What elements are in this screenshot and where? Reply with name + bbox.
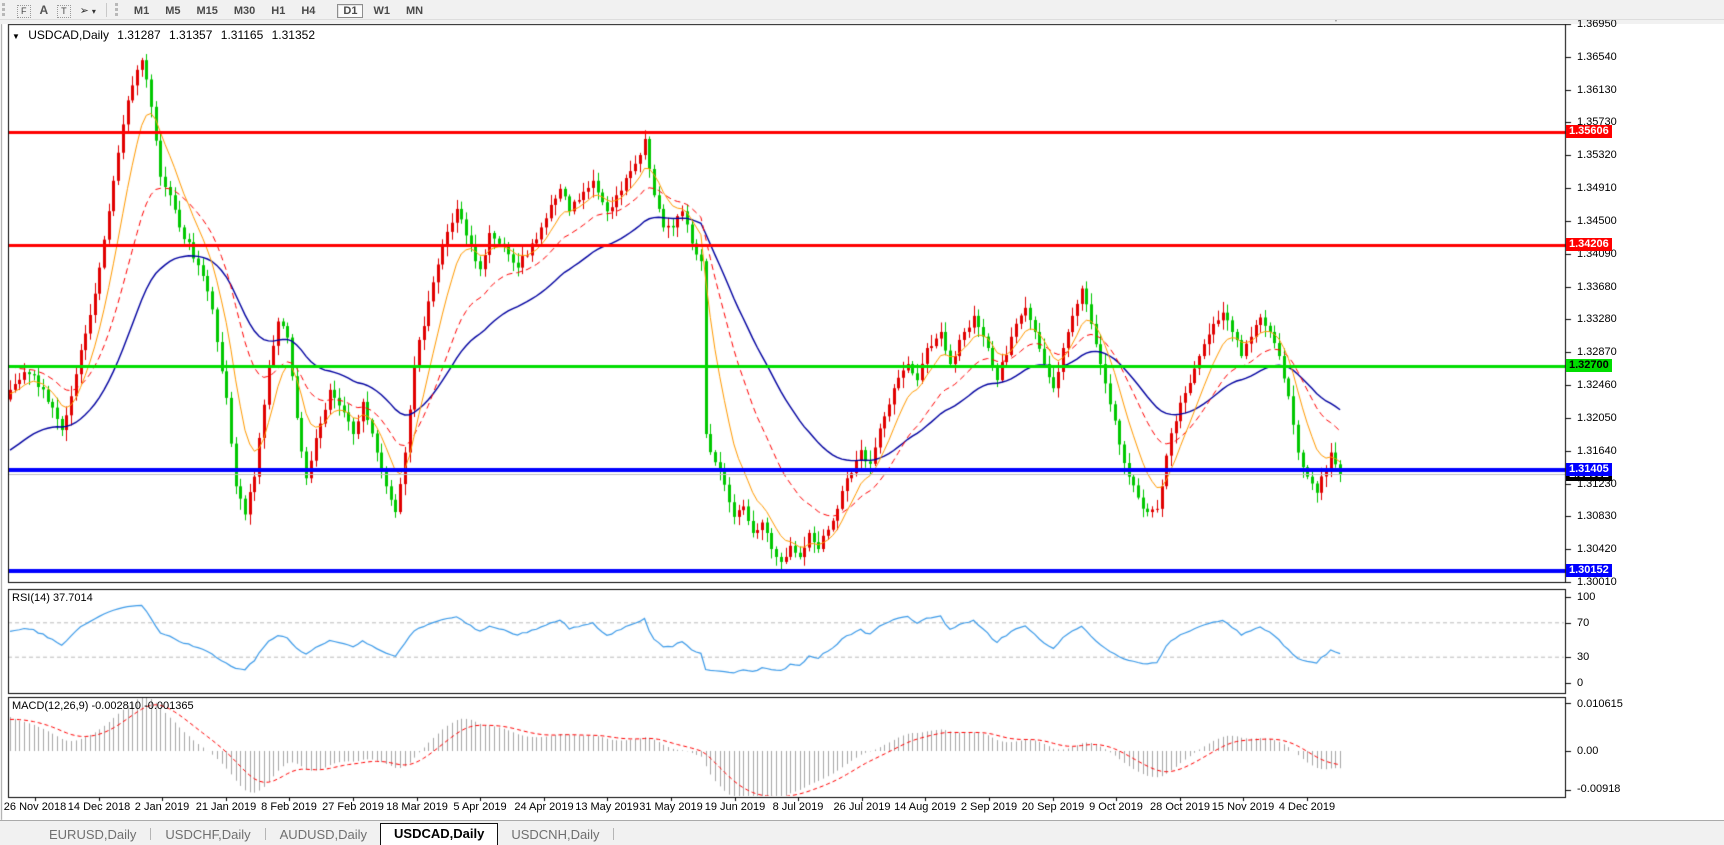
tab-usdchf-daily[interactable]: USDCHF,Daily — [152, 825, 263, 845]
mt4-terminal-window: FAT ➢▾ M1 M5 M15 M30 H1 H4 D1 W1 MN ▼ ▼ USDCAD,Da… — [0, 0, 1724, 845]
timeframe-button-m30[interactable]: M30 — [228, 4, 261, 18]
rsi-axis-tick: 0 — [1577, 677, 1583, 689]
text-tool-icon[interactable]: A — [40, 2, 49, 18]
tab-divider — [613, 828, 614, 840]
date-axis-label: 5 Apr 2019 — [453, 801, 506, 813]
macd-axis-tick: 0.010615 — [1577, 698, 1623, 710]
price-axis-tick: 1.32460 — [1577, 379, 1617, 391]
price-axis-tick: 1.32870 — [1577, 346, 1617, 358]
price-axis-tick: 1.30010 — [1577, 576, 1617, 588]
price-axis-tick: 1.30830 — [1577, 510, 1617, 522]
date-axis-label: 4 Dec 2019 — [1279, 801, 1335, 813]
chart-tab-bar: EURUSD,DailyUSDCHF,DailyAUDUSD,DailyUSDC… — [0, 820, 1724, 845]
macd-axis-tick: -0.00918 — [1577, 783, 1620, 795]
price-axis-tick: 1.33680 — [1577, 281, 1617, 293]
date-axis-label: 8 Jul 2019 — [773, 801, 824, 813]
date-axis-label: 13 May 2019 — [575, 801, 639, 813]
timeframe-button-d1[interactable]: D1 — [337, 4, 363, 18]
chart-canvas[interactable] — [0, 0, 1724, 845]
timeframe-button-m5[interactable]: M5 — [159, 4, 186, 18]
date-axis-label: 24 Apr 2019 — [514, 801, 573, 813]
timeframe-button-m1[interactable]: M1 — [128, 4, 155, 18]
hline-price-badge: 1.30152 — [1566, 564, 1612, 577]
date-axis-label: 2 Sep 2019 — [961, 801, 1017, 813]
timeframes-group: M1 M5 M15 M30 H1 H4 D1 W1 MN — [126, 1, 431, 19]
tab-eurusd-daily[interactable]: EURUSD,Daily — [36, 825, 149, 845]
title-close: 1.31352 — [272, 28, 315, 42]
date-axis-label: 14 Aug 2019 — [894, 801, 956, 813]
chart-title: ▼ USDCAD,Daily 1.31287 1.31357 1.31165 1… — [12, 28, 320, 42]
price-axis-tick: 1.33280 — [1577, 313, 1617, 325]
date-axis-label: 31 May 2019 — [639, 801, 703, 813]
tab-divider — [150, 828, 151, 840]
date-axis-label: 26 Nov 2018 — [4, 801, 66, 813]
date-axis[interactable]: 26 Nov 201814 Dec 2018 2 Jan 2019 21 Jan 2… — [0, 797, 1565, 820]
price-axis[interactable]: 1.369501.365401.361301.357301.353201.349… — [1565, 19, 1724, 820]
date-axis-label: 9 Oct 2019 — [1089, 801, 1143, 813]
date-axis-label: 8 Feb 2019 — [261, 801, 317, 813]
title-low: 1.31165 — [221, 28, 264, 42]
macd-indicator-label: MACD(12,26,9) -0.002810 -0.001365 — [12, 700, 194, 712]
date-axis-label: 20 Sep 2019 — [1022, 801, 1084, 813]
hline-price-badge: 1.34206 — [1566, 238, 1612, 251]
macd-axis-tick: 0.00 — [1577, 745, 1598, 757]
timeframe-button-w1[interactable]: W1 — [367, 4, 396, 18]
tab-audusd-daily[interactable]: AUDUSD,Daily — [267, 825, 380, 845]
price-axis-tick: 1.31640 — [1577, 445, 1617, 457]
date-axis-label: 15 Nov 2019 — [1212, 801, 1274, 813]
rsi-axis-tick: 30 — [1577, 651, 1589, 663]
title-high: 1.31357 — [169, 28, 212, 42]
toolbar-drag-handle[interactable] — [115, 3, 121, 16]
date-axis-label: 26 Jul 2019 — [834, 801, 891, 813]
rsi-indicator-label: RSI(14) 37.7014 — [12, 592, 93, 604]
title-open: 1.31287 — [117, 28, 160, 42]
date-axis-label: 18 Mar 2019 — [386, 801, 448, 813]
date-axis-label: 2 Jan 2019 — [135, 801, 189, 813]
dropdown-caret-icon[interactable]: ▾ — [92, 7, 96, 16]
toolbar: FAT ➢▾ M1 M5 M15 M30 H1 H4 D1 W1 MN — [0, 0, 1724, 20]
hline-price-badge: 1.35606 — [1566, 125, 1612, 138]
drawing-tools-group: FAT ➢▾ — [13, 1, 100, 19]
timeframe-button-h4[interactable]: H4 — [295, 4, 321, 18]
rsi-axis-tick: 100 — [1577, 591, 1595, 603]
toolbar-drag-handle[interactable] — [2, 3, 8, 16]
price-axis-tick: 1.30420 — [1577, 543, 1617, 555]
timeframe-button-mn[interactable]: MN — [400, 4, 429, 18]
price-axis-tick: 1.34910 — [1577, 182, 1617, 194]
collapse-triangle-icon[interactable]: ▼ — [12, 32, 20, 41]
fibonacci-tool-icon[interactable]: F — [17, 5, 31, 18]
toolbar-separator — [106, 3, 107, 17]
rsi-axis-tick: 70 — [1577, 617, 1589, 629]
tab-usdcad-daily[interactable]: USDCAD,Daily — [380, 823, 498, 845]
title-symbol: USDCAD,Daily — [28, 28, 109, 42]
price-axis-tick: 1.36540 — [1577, 51, 1617, 63]
arrows-tool-icon[interactable]: ➢ — [80, 4, 89, 17]
date-axis-label: 27 Feb 2019 — [322, 801, 384, 813]
tab-usdcnh-daily[interactable]: USDCNH,Daily — [498, 825, 612, 845]
price-axis-tick: 1.35320 — [1577, 149, 1617, 161]
timeframe-button-m15[interactable]: M15 — [190, 4, 223, 18]
timeframe-button-h1[interactable]: H1 — [265, 4, 291, 18]
date-axis-label: 28 Oct 2019 — [1150, 801, 1210, 813]
price-axis-tick: 1.32050 — [1577, 412, 1617, 424]
tab-divider — [265, 828, 266, 840]
hline-price-badge: 1.31405 — [1566, 463, 1612, 476]
label-tool-icon[interactable]: T — [57, 5, 71, 18]
date-axis-label: 19 Jun 2019 — [705, 801, 766, 813]
hline-price-badge: 1.32700 — [1566, 359, 1612, 372]
price-axis-tick: 1.36130 — [1577, 84, 1617, 96]
price-axis-tick: 1.34500 — [1577, 215, 1617, 227]
date-axis-label: 21 Jan 2019 — [196, 801, 257, 813]
date-axis-label: 14 Dec 2018 — [68, 801, 130, 813]
